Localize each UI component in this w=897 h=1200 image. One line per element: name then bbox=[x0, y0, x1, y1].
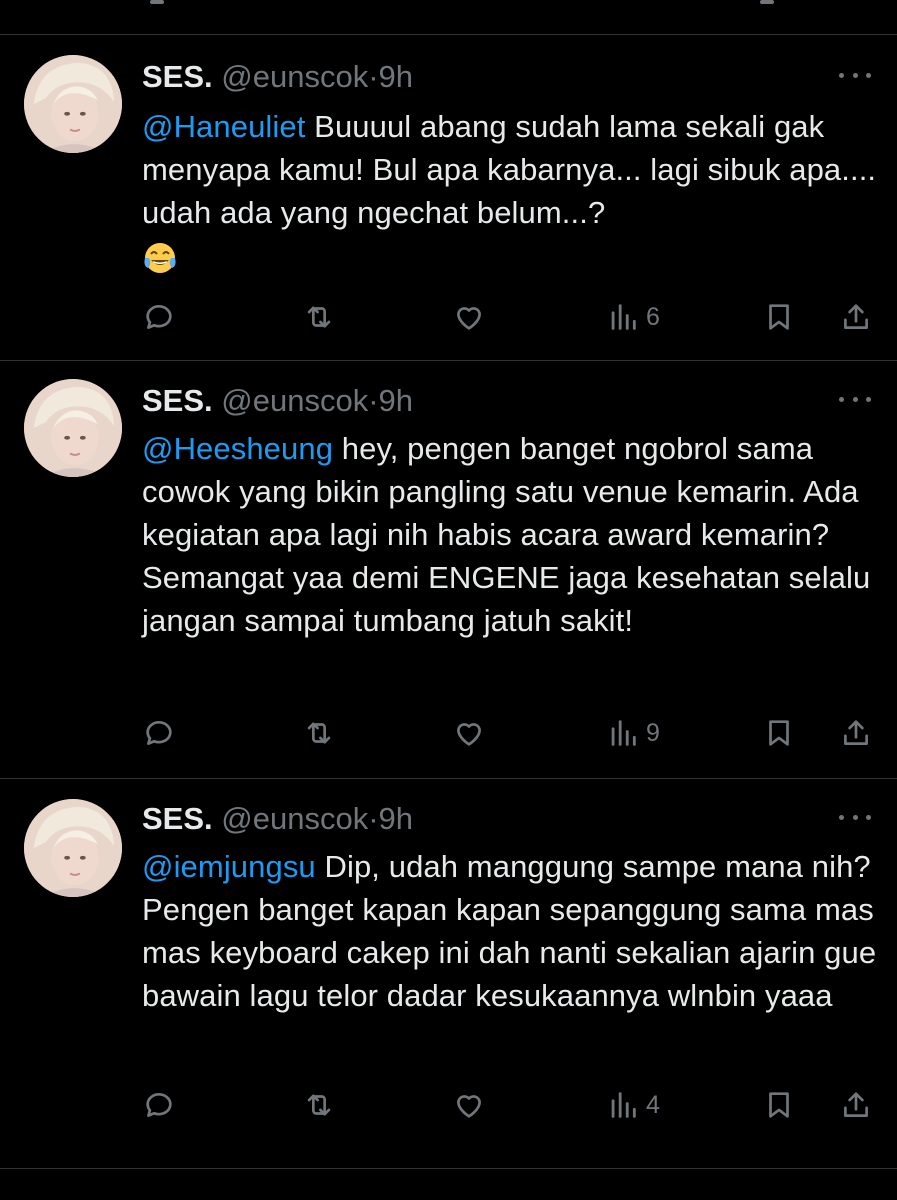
previous-tweet-icon-stub bbox=[150, 0, 164, 4]
reply-button[interactable] bbox=[142, 297, 176, 337]
like-icon bbox=[457, 1095, 481, 1118]
avatar-image bbox=[24, 55, 122, 153]
mention-link[interactable]: @Haneuliet bbox=[142, 109, 305, 144]
tweet-header: SES. @eunscok·9h bbox=[142, 799, 413, 839]
bookmark-button[interactable] bbox=[762, 713, 796, 753]
share-icon bbox=[844, 720, 868, 745]
more-icon[interactable] bbox=[839, 807, 871, 827]
previous-tweet-icon-stub bbox=[760, 0, 774, 4]
share-icon bbox=[844, 1092, 868, 1117]
user-handle[interactable]: @eunscok bbox=[221, 801, 368, 836]
views-button[interactable]: 4 bbox=[606, 1085, 660, 1125]
avatar-image bbox=[24, 379, 122, 477]
views-count: 6 bbox=[646, 302, 660, 331]
more-icon[interactable] bbox=[839, 65, 871, 85]
retweet-button[interactable] bbox=[302, 1085, 336, 1125]
bookmark-button[interactable] bbox=[762, 1085, 796, 1125]
views-count: 9 bbox=[646, 718, 660, 747]
reply-icon bbox=[146, 305, 172, 329]
share-button[interactable] bbox=[839, 1085, 873, 1125]
retweet-icon bbox=[307, 306, 331, 328]
bookmark-icon bbox=[769, 1092, 789, 1118]
previous-tweet-actions-stub bbox=[0, 0, 897, 35]
timestamp[interactable]: 9h bbox=[379, 383, 413, 418]
views-icon bbox=[611, 304, 636, 330]
user-handle[interactable]: @eunscok bbox=[221, 59, 368, 94]
retweet-button[interactable] bbox=[302, 297, 336, 337]
views-button[interactable]: 9 bbox=[606, 713, 660, 753]
avatar[interactable] bbox=[24, 379, 122, 477]
timestamp[interactable]: 9h bbox=[379, 59, 413, 94]
like-button[interactable] bbox=[452, 713, 486, 753]
like-button[interactable] bbox=[452, 1085, 486, 1125]
reply-button[interactable] bbox=[142, 713, 176, 753]
like-icon bbox=[457, 723, 481, 746]
tweet-text: @Haneuliet Buuuul abang sudah lama sekal… bbox=[142, 105, 882, 281]
views-icon bbox=[611, 720, 636, 746]
tweet-text: @iemjungsu Dip, udah manggung sampe mana… bbox=[142, 845, 882, 1017]
timeline: SES. @eunscok·9h @Haneuliet Buuuul abang… bbox=[0, 35, 897, 1169]
separator-dot: · bbox=[368, 801, 379, 836]
bookmark-icon bbox=[769, 304, 789, 330]
avatar[interactable] bbox=[24, 55, 122, 153]
timestamp[interactable]: 9h bbox=[379, 801, 413, 836]
share-button[interactable] bbox=[839, 713, 873, 753]
tweet-header: SES. @eunscok·9h bbox=[142, 381, 413, 421]
face-with-tears-of-joy-icon bbox=[144, 243, 176, 273]
like-button[interactable] bbox=[452, 297, 486, 337]
avatar[interactable] bbox=[24, 799, 122, 897]
avatar-image bbox=[24, 799, 122, 897]
share-icon bbox=[844, 304, 868, 329]
separator-dot: · bbox=[368, 59, 379, 94]
bookmark-icon bbox=[769, 720, 789, 746]
retweet-icon bbox=[307, 722, 331, 744]
display-name[interactable]: SES. bbox=[142, 59, 213, 94]
display-name[interactable]: SES. bbox=[142, 801, 213, 836]
tweet-actions: 4 bbox=[142, 1085, 882, 1125]
display-name[interactable]: SES. bbox=[142, 383, 213, 418]
like-icon bbox=[457, 307, 481, 330]
views-button[interactable]: 6 bbox=[606, 297, 660, 337]
reply-button[interactable] bbox=[142, 1085, 176, 1125]
tweet[interactable]: SES. @eunscok·9h @Haneuliet Buuuul abang… bbox=[0, 35, 897, 361]
tweet[interactable]: SES. @eunscok·9h @Heesheung hey, pengen … bbox=[0, 361, 897, 779]
share-button[interactable] bbox=[839, 297, 873, 337]
views-count: 4 bbox=[646, 1090, 660, 1119]
mention-link[interactable]: @Heesheung bbox=[142, 431, 333, 466]
reply-icon bbox=[146, 1093, 172, 1117]
views-icon bbox=[611, 1092, 636, 1118]
tweet-actions: 9 bbox=[142, 713, 882, 753]
tweet[interactable]: SES. @eunscok·9h @iemjungsu Dip, udah ma… bbox=[0, 779, 897, 1169]
mention-link[interactable]: @iemjungsu bbox=[142, 849, 316, 884]
tweet-header: SES. @eunscok·9h bbox=[142, 57, 413, 97]
bookmark-button[interactable] bbox=[762, 297, 796, 337]
retweet-button[interactable] bbox=[302, 713, 336, 753]
user-handle[interactable]: @eunscok bbox=[221, 383, 368, 418]
more-icon[interactable] bbox=[839, 389, 871, 409]
reply-icon bbox=[146, 721, 172, 745]
separator-dot: · bbox=[368, 383, 379, 418]
retweet-icon bbox=[307, 1094, 331, 1116]
tweet-actions: 6 bbox=[142, 297, 882, 337]
tweet-text: @Heesheung hey, pengen banget ngobrol sa… bbox=[142, 427, 882, 642]
